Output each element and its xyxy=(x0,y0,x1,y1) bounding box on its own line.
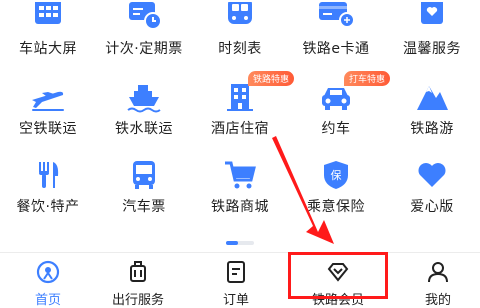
grid-item-label: 铁路商城 xyxy=(211,199,269,215)
tab-travel-service[interactable]: 出行服务 xyxy=(90,259,186,308)
grid-item-ecard[interactable]: 铁路e卡通 xyxy=(288,0,384,60)
grid-item-label: 酒店住宿 xyxy=(211,121,269,137)
bus-icon xyxy=(124,158,164,192)
grid-item-rail-tour[interactable]: 铁路游 xyxy=(384,80,480,140)
bottom-tabbar: 首页 出行服务 订单 铁路会员 我的 xyxy=(0,253,480,308)
tab-mine[interactable]: 我的 xyxy=(390,259,480,308)
car-icon: 打车特惠 xyxy=(316,71,391,114)
grid-item-label: 铁路游 xyxy=(410,121,454,137)
grid-item-label: 空铁联运 xyxy=(19,121,77,137)
grid-item-label: 爱心版 xyxy=(410,199,454,215)
order-icon xyxy=(223,259,249,285)
heart-icon xyxy=(412,158,452,192)
annotation-highlight-box xyxy=(288,252,388,299)
grid-item-air-rail[interactable]: 空铁联运 xyxy=(0,80,96,140)
home-icon xyxy=(35,259,61,285)
page-indicator xyxy=(226,241,254,245)
tab-label: 我的 xyxy=(424,293,451,308)
grid-item-rail-mall[interactable]: 铁路商城 xyxy=(192,158,288,218)
grid-item-label: 温馨服务 xyxy=(403,41,461,57)
grid-item-food[interactable]: 餐饮·特产 xyxy=(0,158,96,218)
grid-item-label: 铁水联运 xyxy=(115,121,173,137)
grid-item-label: 铁路e卡通 xyxy=(302,41,370,57)
service-grid: 车站大屏 计次·定期票 时刻表 铁路e卡通 温馨服务 空铁联运 铁水联运 铁路特… xyxy=(0,0,480,252)
tab-orders[interactable]: 订单 xyxy=(188,259,284,308)
grid-item-label: 时刻表 xyxy=(218,41,262,57)
hotel-icon: 铁路特惠 xyxy=(220,71,295,114)
train-icon xyxy=(220,0,260,34)
svg-text:保: 保 xyxy=(331,168,342,182)
tab-home[interactable]: 首页 xyxy=(0,259,96,308)
card-icon xyxy=(316,0,356,34)
grid-item-care-mode[interactable]: 爱心版 xyxy=(384,158,480,218)
heart-bag-icon xyxy=(412,0,452,34)
grid-item-hotel[interactable]: 铁路特惠 酒店住宿 xyxy=(192,71,295,140)
ticket-clock-icon xyxy=(124,0,164,34)
grid-item-label: 乘意保险 xyxy=(307,199,365,215)
grid-item-ride[interactable]: 打车特惠 约车 xyxy=(288,71,391,140)
grid-item-station-screen[interactable]: 车站大屏 xyxy=(0,0,96,60)
tab-label: 订单 xyxy=(222,293,249,308)
grid-item-label: 餐饮·特产 xyxy=(16,199,80,215)
luggage-icon xyxy=(125,259,151,285)
mountain-icon xyxy=(412,80,452,114)
grid-item-label: 约车 xyxy=(321,121,351,137)
grid-item-label: 汽车票 xyxy=(122,199,166,215)
grid-item-bus-ticket[interactable]: 汽车票 xyxy=(96,158,192,218)
grid-item-insurance[interactable]: 保 乘意保险 xyxy=(288,158,384,218)
tab-label: 出行服务 xyxy=(111,293,164,308)
cutlery-icon xyxy=(28,158,68,192)
ship-icon xyxy=(124,80,164,114)
grid-item-warm-service[interactable]: 温馨服务 xyxy=(384,0,480,60)
grid-item-timetable[interactable]: 时刻表 xyxy=(192,0,288,60)
user-icon xyxy=(425,259,451,285)
cart-icon xyxy=(220,158,260,192)
plane-icon xyxy=(28,80,68,114)
grid-item-count-ticket[interactable]: 计次·定期票 xyxy=(96,0,192,60)
tab-label: 首页 xyxy=(34,293,61,308)
page-indicator-active xyxy=(226,241,238,245)
station-screen-icon xyxy=(28,0,68,34)
grid-item-rail-water[interactable]: 铁水联运 xyxy=(96,80,192,140)
shield-icon: 保 xyxy=(316,158,356,192)
grid-item-label: 车站大屏 xyxy=(19,41,77,57)
grid-item-label: 计次·定期票 xyxy=(105,41,183,57)
